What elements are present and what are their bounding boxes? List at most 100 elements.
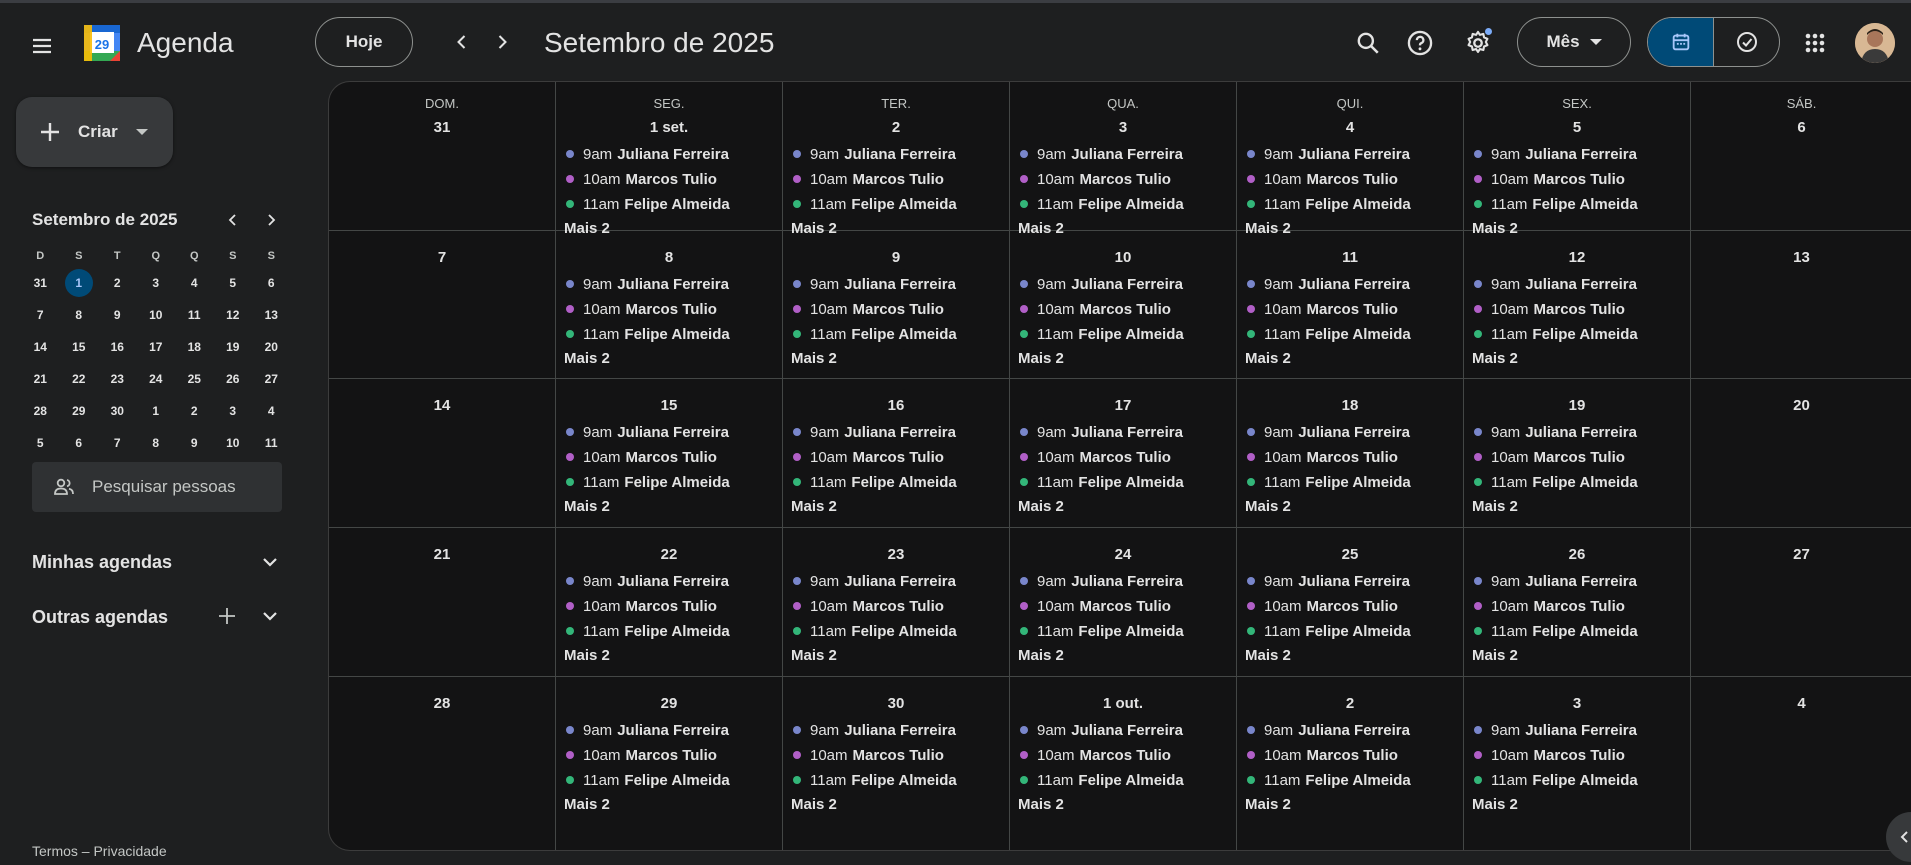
event-chip[interactable]: 9am Juliana Ferreira — [1245, 273, 1410, 295]
event-chip[interactable]: 10am Marcos Tulio — [1472, 595, 1625, 617]
day-number[interactable]: 3 — [1010, 119, 1236, 136]
event-chip[interactable]: 11am Felipe Almeida — [1018, 323, 1184, 345]
event-chip[interactable]: 11am Felipe Almeida — [791, 471, 957, 493]
footer-links[interactable]: Termos – Privacidade — [32, 843, 167, 859]
mini-calendar-day[interactable]: 23 — [98, 363, 137, 395]
event-chip[interactable]: 11am Felipe Almeida — [1018, 620, 1184, 642]
day-cell[interactable]: 27 — [1691, 528, 1911, 677]
event-chip[interactable]: 9am Juliana Ferreira — [791, 719, 956, 741]
day-number[interactable]: 5 — [1464, 119, 1690, 136]
mini-calendar-day[interactable]: 3 — [214, 395, 253, 427]
more-events-link[interactable]: Mais 2 — [791, 645, 837, 667]
event-chip[interactable]: 9am Juliana Ferreira — [1472, 719, 1637, 741]
event-chip[interactable]: 9am Juliana Ferreira — [791, 143, 956, 165]
event-chip[interactable]: 9am Juliana Ferreira — [1472, 421, 1637, 443]
day-number[interactable]: 30 — [783, 695, 1009, 712]
day-cell[interactable]: 2 9am Juliana Ferreira 10am Marcos Tulio 11am… — [1237, 677, 1464, 850]
event-chip[interactable]: 10am Marcos Tulio — [791, 168, 944, 190]
day-number[interactable]: 8 — [556, 249, 782, 266]
main-menu-button[interactable] — [22, 26, 62, 66]
event-chip[interactable]: 10am Marcos Tulio — [791, 446, 944, 468]
my-calendars-heading[interactable]: Minhas agendas — [32, 552, 172, 573]
event-chip[interactable]: 10am Marcos Tulio — [1018, 298, 1171, 320]
mini-calendar-day[interactable]: 10 — [137, 299, 176, 331]
mini-calendar-day[interactable]: 14 — [21, 331, 60, 363]
more-events-link[interactable]: Mais 2 — [791, 348, 837, 370]
day-number[interactable]: 4 — [1237, 119, 1463, 136]
day-number[interactable]: 17 — [1010, 397, 1236, 414]
more-events-link[interactable]: Mais 2 — [1472, 348, 1518, 370]
mini-calendar-day[interactable]: 5 — [214, 267, 253, 299]
event-chip[interactable]: 9am Juliana Ferreira — [564, 570, 729, 592]
day-cell[interactable]: QUI. 4 9am Juliana Ferreira 10am Marcos Tulio… — [1237, 82, 1464, 237]
event-chip[interactable]: 11am Felipe Almeida — [1018, 193, 1184, 215]
day-number[interactable]: 23 — [783, 546, 1009, 563]
day-number[interactable]: 29 — [556, 695, 782, 712]
day-cell[interactable]: QUA. 3 9am Juliana Ferreira 10am Marcos Tulio… — [1010, 82, 1237, 237]
mini-calendar-day[interactable]: 26 — [214, 363, 253, 395]
event-chip[interactable]: 11am Felipe Almeida — [1018, 471, 1184, 493]
day-cell[interactable]: 12 9am Juliana Ferreira 10am Marcos Tulio 11a… — [1464, 231, 1691, 379]
day-number[interactable]: 19 — [1464, 397, 1690, 414]
event-chip[interactable]: 11am Felipe Almeida — [1472, 471, 1638, 493]
event-chip[interactable]: 9am Juliana Ferreira — [1245, 143, 1410, 165]
more-events-link[interactable]: Mais 2 — [1018, 645, 1064, 667]
mini-calendar-day[interactable]: 6 — [60, 427, 99, 459]
day-number[interactable]: 18 — [1237, 397, 1463, 414]
event-chip[interactable]: 9am Juliana Ferreira — [1018, 143, 1183, 165]
mini-calendar-day[interactable]: 17 — [137, 331, 176, 363]
today-button[interactable]: Hoje — [315, 17, 413, 67]
event-chip[interactable]: 11am Felipe Almeida — [1472, 193, 1638, 215]
mini-calendar-day[interactable]: 5 — [21, 427, 60, 459]
mini-calendar-day-selected[interactable]: 1 — [60, 267, 99, 299]
day-cell[interactable]: 19 9am Juliana Ferreira 10am Marcos Tulio 11a… — [1464, 379, 1691, 528]
event-chip[interactable]: 11am Felipe Almeida — [564, 471, 730, 493]
account-avatar[interactable] — [1855, 23, 1895, 63]
calendar-logo-icon[interactable]: 29 — [82, 23, 122, 63]
mini-calendar-day[interactable]: 12 — [214, 299, 253, 331]
day-cell[interactable]: SEX. 5 9am Juliana Ferreira 10am Marcos Tulio… — [1464, 82, 1691, 237]
day-number[interactable]: 21 — [329, 546, 555, 563]
day-cell[interactable]: 4 — [1691, 677, 1911, 850]
event-chip[interactable]: 11am Felipe Almeida — [1245, 769, 1411, 791]
mini-calendar-prev-button[interactable] — [222, 209, 244, 231]
previous-period-button[interactable] — [445, 25, 479, 59]
event-chip[interactable]: 10am Marcos Tulio — [564, 298, 717, 320]
event-chip[interactable]: 9am Juliana Ferreira — [1018, 570, 1183, 592]
more-events-link[interactable]: Mais 2 — [1018, 348, 1064, 370]
more-events-link[interactable]: Mais 2 — [564, 794, 610, 816]
event-chip[interactable]: 11am Felipe Almeida — [564, 323, 730, 345]
mini-calendar-day[interactable]: 19 — [214, 331, 253, 363]
event-chip[interactable]: 11am Felipe Almeida — [1245, 193, 1411, 215]
event-chip[interactable]: 10am Marcos Tulio — [1245, 446, 1398, 468]
event-chip[interactable]: 9am Juliana Ferreira — [1245, 719, 1410, 741]
event-chip[interactable]: 10am Marcos Tulio — [791, 744, 944, 766]
day-cell[interactable]: 24 9am Juliana Ferreira 10am Marcos Tulio 11a… — [1010, 528, 1237, 677]
mini-calendar-day[interactable]: 2 — [98, 267, 137, 299]
more-events-link[interactable]: Mais 2 — [1245, 645, 1291, 667]
more-events-link[interactable]: Mais 2 — [564, 496, 610, 518]
day-cell[interactable]: 17 9am Juliana Ferreira 10am Marcos Tulio 11a… — [1010, 379, 1237, 528]
more-events-link[interactable]: Mais 2 — [1018, 794, 1064, 816]
day-cell[interactable]: 14 — [329, 379, 556, 528]
day-number[interactable]: 31 — [329, 119, 555, 136]
day-number[interactable]: 1 out. — [1010, 695, 1236, 712]
day-cell[interactable]: SÁB. 6 — [1691, 82, 1911, 231]
day-number[interactable]: 24 — [1010, 546, 1236, 563]
google-apps-button[interactable] — [1795, 23, 1835, 63]
help-button[interactable] — [1400, 23, 1440, 63]
more-events-link[interactable]: Mais 2 — [1245, 348, 1291, 370]
event-chip[interactable]: 11am Felipe Almeida — [1245, 471, 1411, 493]
view-selector[interactable]: Mês — [1517, 17, 1631, 67]
day-cell[interactable]: 10 9am Juliana Ferreira 10am Marcos Tulio 11a… — [1010, 231, 1237, 379]
mini-calendar-day[interactable]: 24 — [137, 363, 176, 395]
search-people-input[interactable]: Pesquisar pessoas — [32, 462, 282, 512]
event-chip[interactable]: 11am Felipe Almeida — [791, 769, 957, 791]
event-chip[interactable]: 11am Felipe Almeida — [1472, 769, 1638, 791]
event-chip[interactable]: 11am Felipe Almeida — [1018, 769, 1184, 791]
mini-calendar-day[interactable]: 9 — [175, 427, 214, 459]
day-number[interactable]: 28 — [329, 695, 555, 712]
day-cell[interactable]: 25 9am Juliana Ferreira 10am Marcos Tulio 11a… — [1237, 528, 1464, 677]
day-cell[interactable]: 3 9am Juliana Ferreira 10am Marcos Tulio 11am… — [1464, 677, 1691, 850]
day-cell[interactable]: 13 — [1691, 231, 1911, 379]
